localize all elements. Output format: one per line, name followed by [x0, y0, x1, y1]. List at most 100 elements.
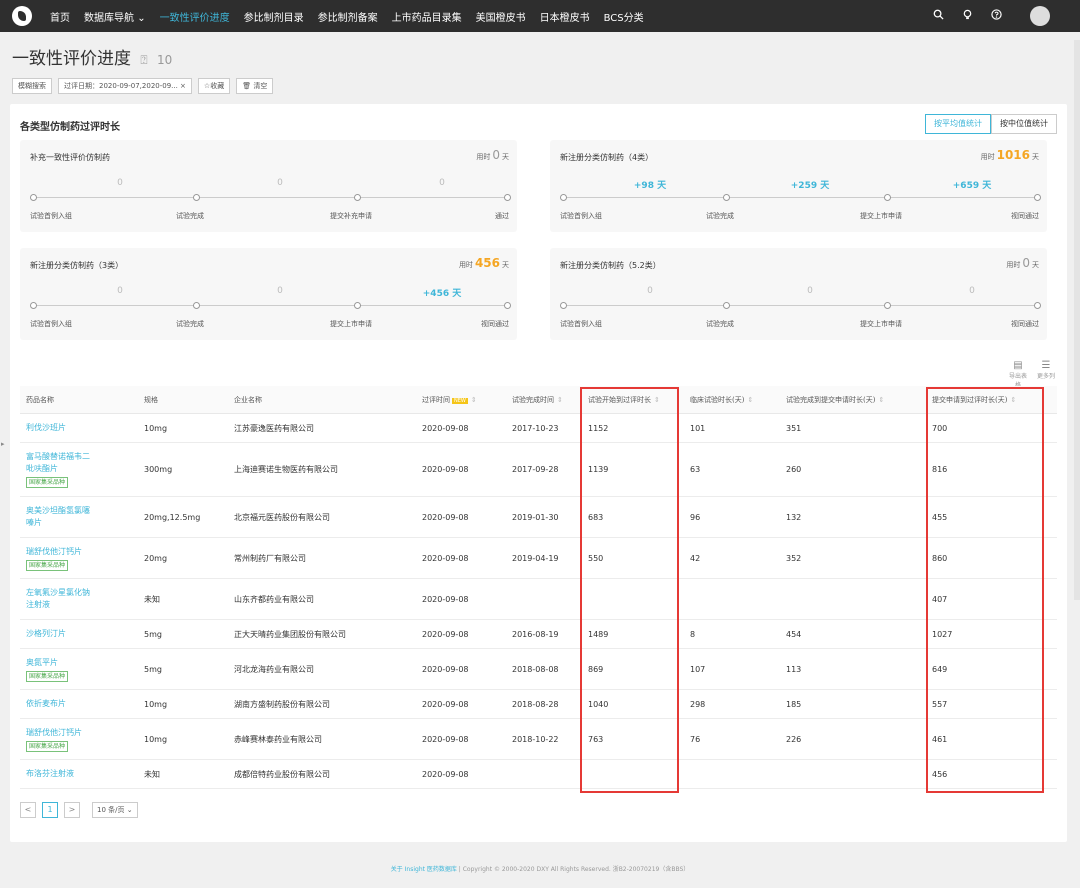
segment-duration: 0	[969, 286, 975, 296]
page-1-button[interactable]: 1	[42, 802, 58, 818]
total-prefix: 用时	[458, 261, 473, 269]
footer: 关于 Insight 医药数据库 | Copyright © 2000-2020…	[0, 864, 1080, 873]
expand-arrow-icon[interactable]: ▸	[1, 440, 5, 448]
about-link[interactable]: 关于 Insight 医药数据库	[391, 866, 457, 873]
timeline-node	[504, 302, 511, 309]
col-header[interactable]: 药品名称	[20, 395, 138, 405]
sort-icon[interactable]: ⇕	[557, 396, 563, 404]
drug-name-link[interactable]: 沙格列汀片	[20, 628, 138, 640]
avatar[interactable]	[1030, 6, 1050, 26]
table-row[interactable]: 奥美沙坦酯氢氯噻 嗪片 20mg,12.5mg 北京福元医药股份有限公司 2020-09…	[20, 497, 1057, 538]
segment-duration: 0	[277, 178, 283, 188]
spec-cell: 20mg,12.5mg	[144, 512, 201, 522]
col-header[interactable]: 试验完成到提交申请时长(天) ⇕	[780, 395, 926, 405]
total-days: 1016	[996, 148, 1030, 162]
main-panel: 各类型仿制药过评时长 按平均值统计 按中位值统计 补充一致性评价仿制药 用时 0 天 0…	[10, 104, 1067, 842]
clear-button[interactable]: 🗑 清空	[236, 78, 274, 94]
nav-us-orange-book[interactable]: 美国橙皮书	[476, 9, 526, 24]
timeline-track	[34, 305, 509, 306]
col-header[interactable]: 规格	[138, 395, 228, 405]
stage-label: 试验完成	[176, 320, 204, 328]
stage-label: 视同通过	[1011, 320, 1039, 328]
company-cell: 江苏豪逸医药有限公司	[234, 423, 314, 433]
prev-page-button[interactable]: <	[20, 802, 36, 818]
col-header[interactable]: 临床试验时长(天) ⇕	[684, 395, 780, 405]
segment-duration: +456 天	[422, 289, 462, 299]
table-row[interactable]: 瑞舒伐他汀钙片 国家集采品种 20mg 常州制药厂有限公司 2020-09-08 2019…	[20, 538, 1057, 579]
table-row[interactable]: 奥氮平片 国家集采品种 5mg 河北龙海药业有限公司 2020-09-08 2018-08…	[20, 649, 1057, 690]
spec-cell: 20mg	[144, 553, 168, 563]
nav-jp-orange-book[interactable]: 日本橙皮书	[540, 9, 590, 24]
stage-label: 提交上市申请	[860, 320, 902, 328]
search-icon[interactable]	[933, 9, 944, 23]
copyright-text: | Copyright © 2000-2020 DXY All Rights R…	[456, 866, 690, 873]
drug-name-link[interactable]: 奥氮平片 国家集采品种	[20, 657, 138, 682]
stage-label: 视同通过	[481, 320, 509, 328]
bulb-icon[interactable]	[962, 9, 973, 23]
trial-done-cell: 2016-08-19	[512, 629, 559, 639]
toggle-median-button[interactable]: 按中位值统计	[991, 114, 1057, 134]
nav-bcs[interactable]: BCS分类	[604, 9, 644, 24]
timeline-node	[723, 302, 730, 309]
table-row[interactable]: 富马酸替诺福韦二 吡呋酯片 国家集采品种 300mg 上海迪赛诺生物医药有限公司 2020…	[20, 443, 1057, 497]
table-row[interactable]: 利伐沙班片 10mg 江苏豪逸医药有限公司 2020-09-08 2017-10-23 1…	[20, 414, 1057, 443]
drug-name-link[interactable]: 依折麦布片	[20, 698, 138, 710]
trial-duration-cell: 107	[690, 664, 706, 674]
timeline-node	[1034, 194, 1041, 201]
spec-cell: 10mg	[144, 699, 168, 709]
fuzzy-search-button[interactable]: 模糊搜索	[12, 78, 52, 94]
scrollbar[interactable]	[1074, 40, 1080, 600]
segment-duration: +659 天	[952, 181, 992, 191]
procurement-tag: 国家集采品种	[26, 559, 69, 571]
stage-label: 提交上市申请	[330, 320, 372, 328]
sort-icon[interactable]: ⇕	[747, 396, 753, 404]
drug-name-line: 吡呋酯片	[26, 464, 58, 473]
drug-name-link[interactable]: 利伐沙班片	[20, 422, 138, 434]
drug-name-link[interactable]: 富马酸替诺福韦二 吡呋酯片 国家集采品种	[20, 451, 138, 488]
nav-reference-filing[interactable]: 参比制剂备案	[318, 9, 378, 24]
drug-name-line: 富马酸替诺福韦二	[26, 452, 90, 461]
drug-name-link[interactable]: 奥美沙坦酯氢氯噻 嗪片	[20, 505, 138, 529]
sort-icon[interactable]: ⇕	[878, 396, 884, 404]
next-page-button[interactable]: >	[64, 802, 80, 818]
approval-date-cell: 2020-09-08	[422, 699, 469, 709]
nav-reference-catalog[interactable]: 参比制剂目录	[244, 9, 304, 24]
timeline-track	[564, 197, 1039, 198]
table-row[interactable]: 依折麦布片 10mg 湖南方盛制药股份有限公司 2020-09-08 2018-08-2…	[20, 690, 1057, 719]
page-size-select[interactable]: 10 条/页 ⌄	[92, 802, 138, 818]
more-columns-button[interactable]: ☰ 更多列	[1035, 360, 1057, 389]
table-row[interactable]: 布洛芬注射液 未知 成都倍特药业股份有限公司 2020-09-08 456	[20, 760, 1057, 789]
drug-name-link[interactable]: 布洛芬注射液	[20, 768, 138, 780]
company-cell: 成都倍特药业股份有限公司	[234, 769, 330, 779]
trial-done-cell: 2018-08-08	[512, 664, 559, 674]
sort-icon[interactable]: ⇕	[471, 396, 477, 404]
stage-label: 试验首例入组	[30, 320, 72, 328]
stage-label: 试验完成	[706, 212, 734, 220]
table-row[interactable]: 瑞舒伐他汀钙片 国家集采品种 10mg 赤峰赛林泰药业有限公司 2020-09-08 20…	[20, 719, 1057, 760]
nav-consistency-progress[interactable]: 一致性评价进度	[160, 9, 230, 24]
trial-done-cell: 2018-08-28	[512, 699, 559, 709]
timeline-node	[30, 194, 37, 201]
table-row[interactable]: 沙格列汀片 5mg 正大天晴药业集团股份有限公司 2020-09-08 2016-08-…	[20, 620, 1057, 649]
nav-marketed-drugs[interactable]: 上市药品目录集	[392, 9, 462, 24]
table-row[interactable]: 左氧氟沙星氯化钠 注射液 未知 山东齐都药业有限公司 2020-09-08 407	[20, 579, 1057, 620]
nav-database[interactable]: 数据库导航 ⌄	[84, 9, 146, 24]
drug-name-link[interactable]: 左氧氟沙星氯化钠 注射液	[20, 587, 138, 611]
drug-name-link[interactable]: 瑞舒伐他汀钙片 国家集采品种	[20, 546, 138, 571]
favorite-button[interactable]: ☆收藏	[197, 78, 231, 94]
col-header[interactable]: 过评时间 NEW ⇕	[416, 395, 506, 405]
col-header[interactable]: 试验完成时间 ⇕	[506, 395, 582, 405]
help-circle-icon[interactable]: ⍰	[140, 53, 147, 67]
toggle-average-button[interactable]: 按平均值统计	[925, 114, 991, 134]
approval-date-cell: 2020-09-08	[422, 512, 469, 522]
nav-home[interactable]: 首页	[50, 9, 70, 24]
timeline-node	[354, 194, 361, 201]
export-table-button[interactable]: ▤导出表格	[1007, 360, 1029, 389]
col-header[interactable]: 企业名称	[228, 395, 416, 405]
logo-icon[interactable]	[12, 6, 32, 26]
total-days: 456	[474, 256, 500, 270]
drug-name-link[interactable]: 瑞舒伐他汀钙片 国家集采品种	[20, 727, 138, 752]
date-filter-chip[interactable]: 过评日期：2020-09-07,2020-09... ×	[58, 78, 192, 94]
help-icon[interactable]	[991, 9, 1002, 23]
new-badge: NEW	[452, 397, 468, 404]
